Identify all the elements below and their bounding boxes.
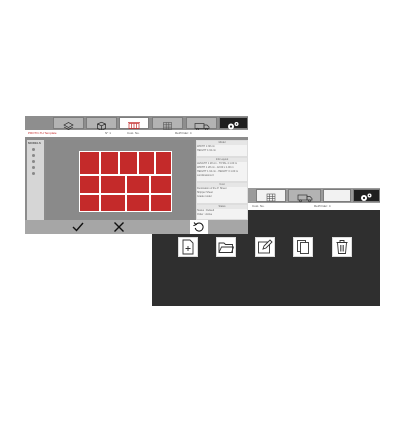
layout-editor-window: PROTO-TH Template N° 1 Cust. No. Ref/Ord… — [25, 116, 248, 234]
back-tool-settings[interactable] — [353, 189, 380, 202]
undo-button[interactable] — [190, 220, 208, 234]
delete-trash-icon — [336, 240, 348, 254]
layout-tile[interactable] — [150, 194, 172, 212]
layout-canvas[interactable] — [46, 140, 194, 228]
back-order-field: Ref/Order: 4 — [314, 204, 331, 208]
open-folder-button[interactable] — [216, 237, 236, 257]
undo-icon — [193, 222, 204, 232]
model-option-1[interactable] — [32, 148, 35, 151]
edit-button[interactable] — [255, 237, 275, 257]
layout-tile[interactable] — [79, 194, 100, 212]
model-option-4[interactable] — [32, 166, 35, 169]
layout-tile[interactable] — [126, 175, 150, 194]
models-panel: MODELS — [27, 140, 44, 226]
delete-button[interactable] — [332, 237, 352, 257]
number-field: N° 1 — [105, 131, 111, 135]
layout-tile[interactable] — [150, 175, 172, 194]
model-option-2[interactable] — [32, 154, 35, 157]
front-toolbar — [25, 116, 248, 131]
model-option-5[interactable] — [32, 172, 35, 175]
back-tool-truck[interactable] — [288, 189, 321, 203]
tool-cart[interactable] — [119, 117, 149, 129]
layout-tile[interactable] — [100, 151, 119, 175]
gears-icon — [361, 193, 372, 201]
back-tool-grid[interactable] — [256, 189, 286, 202]
front-info-bar: PROTO-TH Template N° 1 Cust. No. Ref/Ord… — [25, 130, 248, 137]
copy-button[interactable] — [293, 237, 313, 257]
radio-icon — [32, 154, 35, 157]
back-customer-field: Cust. No. — [252, 204, 265, 208]
model-option-3[interactable] — [32, 160, 35, 163]
layout-tile[interactable] — [100, 175, 126, 194]
info-panel: Model WIDTH 1:38 cm HEIGHT 1:32 cm Info … — [196, 140, 248, 228]
customer-field: Cust. No. — [127, 131, 140, 135]
confirm-check-icon — [72, 222, 84, 232]
radio-icon — [32, 148, 35, 151]
cancel-button[interactable] — [110, 220, 128, 234]
status-section: Status Status : Default Order : Active — [197, 205, 247, 219]
tool-truck[interactable] — [186, 117, 217, 131]
confirm-button[interactable] — [69, 220, 87, 234]
layout-tile[interactable] — [155, 151, 172, 175]
cancel-x-icon — [114, 222, 124, 232]
cust-section: Cust Destination of the P. Sheet Shipper… — [197, 183, 247, 203]
models-heading: MODELS — [28, 141, 41, 145]
layout-tile[interactable] — [79, 175, 100, 194]
info-line: Order : Active — [197, 213, 213, 216]
edit-icon — [258, 239, 273, 254]
radio-icon — [32, 172, 35, 175]
action-bar — [25, 220, 248, 234]
info-line: combinations 0 — [197, 174, 214, 177]
copy-icon — [297, 240, 309, 254]
info-line: HEIGHT 1:32 cm — [197, 149, 216, 152]
order-field: Ref/Order: 4 — [175, 131, 192, 135]
grid-icon — [266, 193, 276, 202]
tool-layers[interactable] — [53, 117, 84, 130]
layout-tile[interactable] — [126, 194, 150, 212]
layout-section: Info Layout LENGTH 1 28 cm - TOTAL 4 1.0… — [197, 158, 247, 181]
new-file-button[interactable] — [178, 237, 198, 257]
info-line: Grade model — [197, 195, 212, 198]
layout-tile[interactable] — [100, 194, 126, 212]
radio-icon — [32, 160, 35, 163]
tool-settings[interactable] — [219, 117, 248, 130]
new-file-icon — [182, 239, 194, 255]
open-folder-icon — [218, 242, 234, 253]
layout-tile[interactable] — [79, 151, 100, 175]
radio-icon — [32, 166, 35, 169]
layout-tile[interactable] — [119, 151, 138, 175]
layout-tile[interactable] — [138, 151, 155, 175]
tool-cube[interactable] — [86, 117, 117, 131]
truck-icon — [297, 194, 313, 203]
model-section: Model WIDTH 1:38 cm HEIGHT 1:32 cm — [197, 141, 247, 156]
project-label: PROTO-TH Template — [28, 131, 57, 135]
tool-grid[interactable] — [152, 117, 183, 130]
back-tool-empty[interactable] — [323, 189, 351, 202]
